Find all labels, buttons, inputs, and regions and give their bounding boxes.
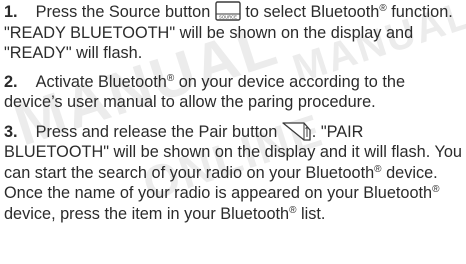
step-text: device, press the item in your Bluetooth <box>4 204 290 223</box>
step-1: 1. Press the Source button SOURCE to sele… <box>4 1 462 64</box>
registered-mark: ® <box>166 72 175 84</box>
registered-mark: ® <box>379 3 387 14</box>
source-icon-label: SOURCE <box>219 15 237 20</box>
pair-button-icon <box>282 121 312 141</box>
instruction-list: 1. Press the Source button SOURCE to sele… <box>0 0 466 224</box>
step-text: Activate Bluetooth <box>35 72 167 91</box>
step-3: 3. Press and release the Pair button . "P… <box>4 121 462 225</box>
source-button-icon: SOURCE <box>215 1 241 21</box>
registered-mark: ® <box>432 184 440 195</box>
step-number: 2. <box>4 72 18 91</box>
step-text: Press and release the Pair button <box>35 122 278 141</box>
step-number: 3. <box>4 122 18 141</box>
step-2: 2. Activate Bluetooth® on your device acc… <box>4 72 462 113</box>
step-text: list. <box>300 204 326 223</box>
step-text: to select Bluetooth <box>245 3 380 21</box>
step-number: 1. <box>4 3 18 21</box>
step-text: Press the Source button <box>35 3 211 21</box>
registered-mark: ® <box>289 204 297 216</box>
registered-mark: ® <box>374 163 382 175</box>
